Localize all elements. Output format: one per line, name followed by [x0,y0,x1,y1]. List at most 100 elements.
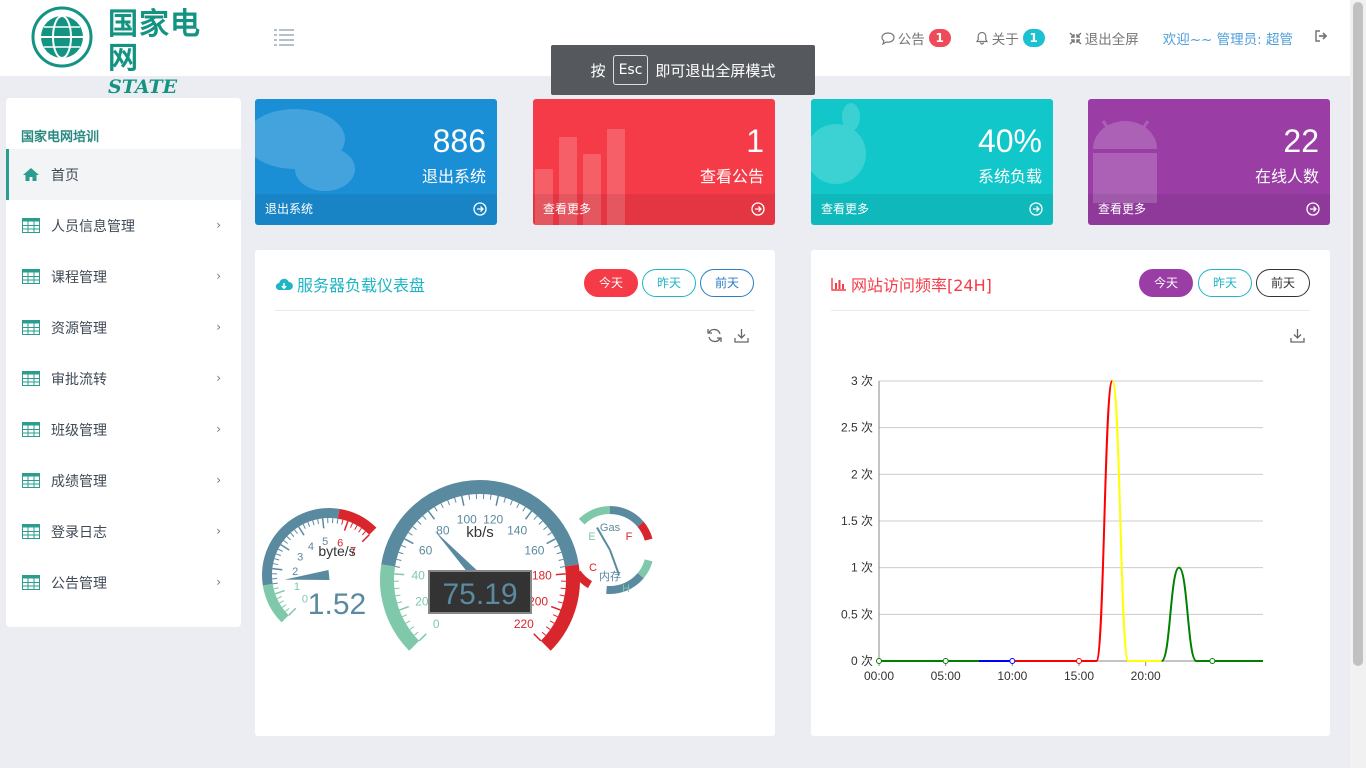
server-load-panel: 服务器负载仪表盘 今天 昨天 前天 0 20 40 60 80 100 120 140 160 1… [255,250,775,736]
small-dial-tick [354,525,358,531]
panel-divider [831,310,1310,311]
arrow-circle-right-icon[interactable] [751,202,765,216]
main-dial-tick-label: 160 [524,543,544,557]
gas-band-low [578,506,611,525]
main-dial-tick [555,573,566,576]
main-dial-tick-label: 220 [514,617,534,631]
table-icon [22,269,40,285]
gas-band-high [637,521,653,541]
sidebar-item-label: 课程管理 [51,269,107,286]
sidebar-title: 国家电网培训 [21,130,100,145]
sidebar-item-login-log[interactable]: 登录日志 › [6,506,241,557]
sidebar-item-grades[interactable]: 成绩管理 › [6,455,241,506]
stat-card-logout[interactable]: 886 退出系统 退出系统 [255,99,497,225]
download-icon[interactable] [733,327,750,344]
arrow-circle-right-icon[interactable] [473,202,487,216]
main-dial-tick [447,500,451,506]
main-dial-tick [427,510,436,520]
stat-more-link[interactable]: 退出系统 [265,200,313,217]
small-dial-tick-label: 3 [297,552,303,564]
main-dial-tick [434,506,438,512]
scrollbar-thumb[interactable] [1353,2,1363,666]
logout-icon[interactable] [1315,30,1328,46]
gauge-dashboard: 020406080100 120140160180200220kb/s75.190… [262,480,653,651]
small-dial-tick [273,563,279,566]
stat-more-link[interactable]: 查看更多 [821,200,869,217]
small-dial-tick [312,520,315,526]
stat-more-link[interactable]: 查看更多 [543,200,591,217]
gauge-day-before-button[interactable]: 前天 [700,269,754,297]
notice-link[interactable]: 公告 1 [881,28,951,48]
cloud-download-icon [275,278,293,291]
y-tick-label: 3 次 [851,374,873,388]
welcome-user[interactable]: 欢迎~~ 管理员: 超管 [1163,28,1293,48]
sidebar-item-notice-mgmt[interactable]: 公告管理 › [6,557,241,608]
sidebar-item-label: 资源管理 [51,320,107,337]
arrow-circle-right-icon[interactable] [1029,202,1043,216]
data-point [876,658,882,664]
main-dial-tick [394,566,401,568]
main-dial-tick [412,526,417,531]
gas-high-label: F [626,531,633,543]
y-tick-label: 1 次 [851,561,873,575]
small-dial-tick [343,520,349,531]
exit-fullscreen-link[interactable]: 退出全屏 [1069,28,1139,48]
main-dial-tick [557,601,563,604]
esc-key-hint: Esc [612,55,649,85]
menu-toggle-icon[interactable] [274,28,294,46]
chart-today-button[interactable]: 今天 [1139,269,1193,297]
sidebar-item-home[interactable]: 首页 [6,149,241,200]
sidebar-item-approval[interactable]: 审批流转 › [6,353,241,404]
gauge-yesterday-button[interactable]: 昨天 [642,269,696,297]
sidebar-item-personnel[interactable]: 人员信息管理 › [6,200,241,251]
x-tick-label: 10:00 [997,669,1027,683]
state-grid-logo[interactable]: 国家电网 STATE GRID [30,4,230,120]
stat-card-load[interactable]: 40% 系统负载 查看更多 [811,99,1053,225]
main-dial-tick [538,520,543,525]
small-dial-tick [302,523,306,529]
sidebar-item-class[interactable]: 班级管理 › [6,404,241,455]
chart-panel-title: 网站访问频率[24H] [831,272,992,296]
small-dial-tick [284,607,290,612]
main-dial-tick [413,631,419,636]
small-dial-tick [317,519,320,525]
main-dial-tick [417,520,422,525]
main-dial-tick [549,620,555,624]
page-scrollbar[interactable] [1350,0,1366,768]
sidebar: 国家电网培训 首页 人员信息管理 › 课程管理 › 资源管理 › 审批流转 › … [6,98,241,627]
stat-card-online[interactable]: 22 在线人数 查看更多 [1088,99,1330,225]
main-dial-band-low [380,564,420,651]
chart-yesterday-button[interactable]: 昨天 [1198,269,1252,297]
main-dial-tick-label: 20 [415,595,429,609]
chart-day-before-button[interactable]: 前天 [1256,269,1310,297]
sidebar-item-course[interactable]: 课程管理 › [6,251,241,302]
main-dial-value: 75.19 [442,578,517,611]
chevron-right-icon: › [216,320,221,334]
y-tick-label: 1.5 次 [841,514,873,528]
table-icon [22,320,40,336]
small-dial-tick [361,530,366,536]
table-icon [22,371,40,387]
fullscreen-toast: 按 Esc 即可退出全屏模式 [551,45,815,95]
small-dial-tick [281,604,287,608]
main-dial-tick [395,594,401,597]
table-icon [22,524,40,540]
panel-divider [275,310,755,311]
small-dial-tick [272,567,283,571]
chevron-right-icon: › [216,269,221,283]
stat-card-notice[interactable]: 1 查看公告 查看更多 [533,99,775,225]
main-dial-tick [454,497,457,503]
data-point [1209,658,1216,664]
comments-bg-icon [255,109,355,191]
stat-more-link[interactable]: 查看更多 [1098,200,1146,217]
sidebar-item-resource[interactable]: 资源管理 › [6,302,241,353]
download-icon[interactable] [1289,327,1306,344]
about-link[interactable]: 关于 1 [975,28,1045,48]
table-icon [22,422,40,438]
refresh-icon[interactable] [706,327,723,344]
gauge-today-button[interactable]: 今天 [584,269,638,297]
stat-value: 22 [1283,123,1319,159]
data-point [942,658,949,664]
small-dial-tick [341,519,344,525]
arrow-circle-right-icon[interactable] [1306,202,1320,216]
